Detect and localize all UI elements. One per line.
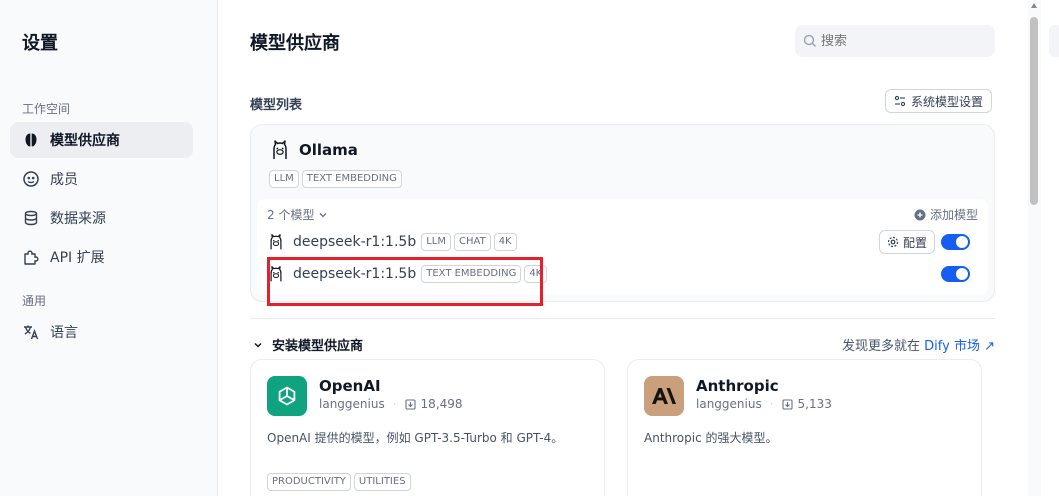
model-name: deepseek-r1:1.5b [293,234,417,250]
sidebar-item-members[interactable]: 成员 [10,161,193,197]
page-title: 模型供应商 [250,33,340,54]
scroll-up-arrow-icon[interactable] [1031,3,1037,8]
search-icon [803,34,816,47]
sidebar-item-label: 模型供应商 [50,133,120,149]
add-model-label: 添加模型 [929,208,978,222]
section-divider [250,318,995,319]
plugin-installs: 5,133 [797,397,832,411]
marketplace-link[interactable]: Dify 市场 ↗ [924,339,995,354]
right-edge-panel [1049,25,1059,57]
sidebar-item-data-source[interactable]: 数据来源 [10,200,193,236]
plugin-installs: 18,498 [420,397,463,411]
ollama-logo-icon [270,234,282,250]
plugin-description: OpenAI 提供的模型，例如 GPT-3.5-Turbo 和 GPT-4。 [267,431,564,445]
sliders-icon [894,95,906,107]
settings-sidebar: 设置 工作空间 模型供应商 成员 数据来源 API 扩展 通用 语言 [0,0,218,496]
plugin-meta: langgenius · 5,133 [696,397,832,411]
sidebar-item-label: 成员 [50,172,78,188]
plugin-name: Anthropic [696,377,779,395]
right-edge-area [1041,0,1059,496]
sidebar-item-label: 语言 [50,325,78,341]
plugin-meta: langgenius · 18,498 [319,397,463,411]
provider-name: Ollama [299,141,358,159]
plugin-author: langgenius [319,397,385,411]
marketplace-link-label: Dify 市场 [924,339,980,354]
main-panel: 模型供应商 模型列表 系统模型设置 Ollama LLM TEXT EMBEDD… [218,0,1028,496]
model-tag: 4K [493,233,517,251]
plugin-card-openai[interactable]: OpenAI langgenius · 18,498 OpenAI 提供的模型，… [250,359,605,496]
plugin-tags: PRODUCTIVITY UTILITIES [267,473,411,491]
model-tag: LLM [421,233,451,251]
members-icon [22,170,40,188]
system-model-settings-label: 系统模型设置 [911,94,984,109]
model-enable-toggle[interactable] [941,234,970,250]
database-icon [22,209,40,227]
provider-tags: LLM TEXT EMBEDDING [269,170,402,188]
plugin-card-anthropic[interactable]: Anthropic langgenius · 5,133 Anthropic 的… [627,359,982,496]
install-providers-label: 安装模型供应商 [272,339,364,354]
plugin-name: OpenAI [319,377,381,395]
sidebar-item-language[interactable]: 语言 [10,314,193,350]
model-tag: CHAT [454,233,491,251]
provider-header: Ollama [269,139,358,161]
plugin-author: langgenius [696,397,762,411]
general-section-label: 通用 [22,294,47,308]
add-circle-icon [914,209,926,220]
search-input[interactable] [821,33,981,49]
chevron-down-icon [319,212,327,217]
annotation-highlight-box [267,257,543,306]
plugin-tag: PRODUCTIVITY [267,473,351,491]
gear-icon [887,236,899,248]
sidebar-item-label: API 扩展 [50,250,105,266]
model-row[interactable]: deepseek-r1:1.5b LLM CHAT 4K 配置 [257,227,988,257]
discover-more: 发现更多就在 Dify 市场 ↗ [842,335,995,354]
plugin-tag: UTILITIES [353,473,411,491]
sidebar-item-api-extension[interactable]: API 扩展 [10,239,193,275]
translate-icon [22,323,40,341]
download-box-icon [781,398,793,410]
anthropic-logo-icon [644,376,684,416]
sidebar-title: 设置 [22,33,58,54]
model-count-label: 2 个模型 [267,208,315,222]
meta-separator: · [769,397,774,411]
system-model-settings-button[interactable]: 系统模型设置 [885,89,993,113]
discover-prefix: 发现更多就在 [842,339,921,354]
chevron-down-icon [254,342,262,348]
model-count-toggle[interactable]: 2 个模型 [267,206,329,223]
model-config-button[interactable]: 配置 [878,230,935,254]
meta-separator: · [392,397,397,411]
openai-logo-icon [267,376,307,416]
brain-icon [22,131,40,149]
model-list-label: 模型列表 [250,98,303,113]
puzzle-icon [22,248,40,266]
config-label: 配置 [902,235,927,250]
search-box[interactable] [795,25,995,57]
arrow-up-right-icon: ↗ [984,339,995,354]
download-box-icon [404,398,416,410]
scrollbar-thumb[interactable] [1030,17,1038,205]
install-providers-toggle[interactable]: 安装模型供应商 [252,335,363,354]
workspace-section-label: 工作空间 [22,102,71,116]
model-enable-toggle[interactable] [941,266,970,282]
add-model-button[interactable]: 添加模型 [914,206,978,223]
provider-tag: TEXT EMBEDDING [301,170,402,188]
sidebar-item-label: 数据来源 [50,211,106,227]
provider-tag: LLM [269,170,299,188]
sidebar-item-model-provider[interactable]: 模型供应商 [10,122,193,158]
ollama-logo-icon [273,140,287,159]
plugin-description: Anthropic 的强大模型。 [644,431,778,445]
